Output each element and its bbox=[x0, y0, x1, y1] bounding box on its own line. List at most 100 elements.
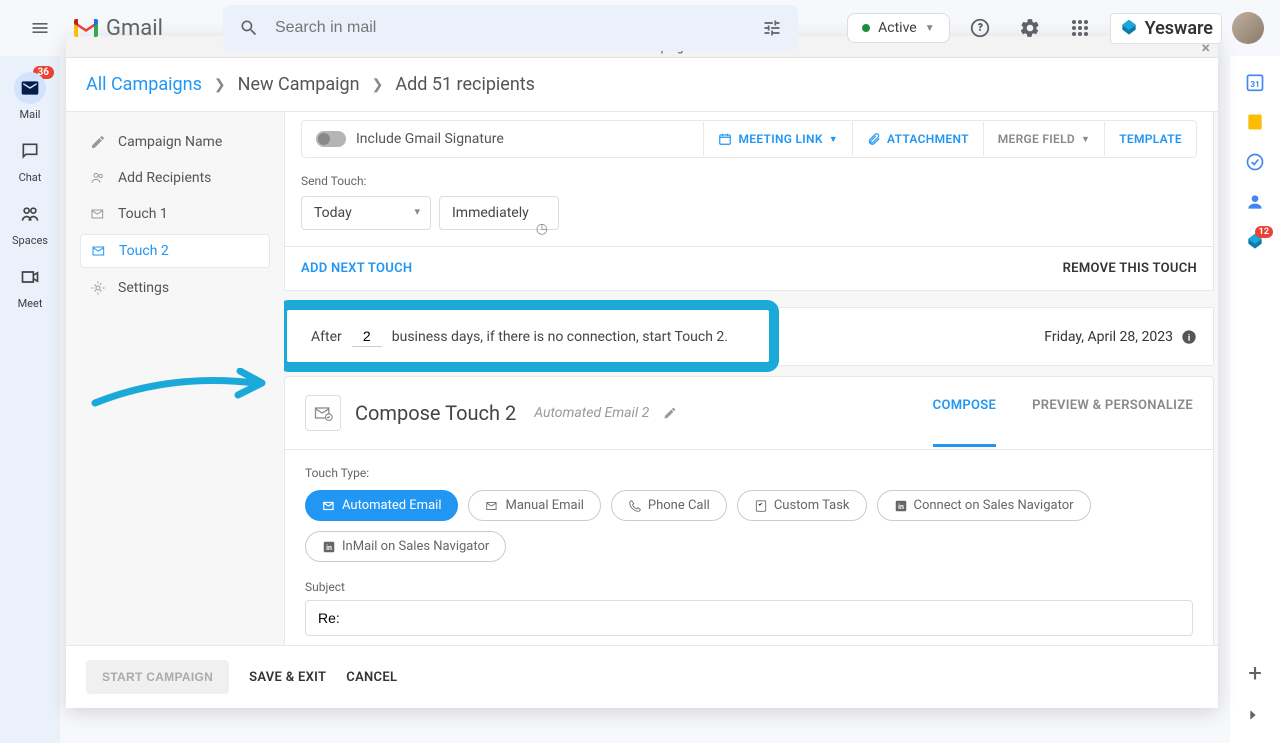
remove-touch-link[interactable]: REMOVE THIS TOUCH bbox=[1063, 261, 1197, 276]
pill-phone-call[interactable]: Phone Call bbox=[611, 490, 727, 521]
mail-icon bbox=[322, 499, 336, 513]
gear-icon bbox=[90, 280, 106, 296]
apps-icon[interactable] bbox=[1060, 8, 1100, 48]
pill-inmail-navigator[interactable]: in InMail on Sales Navigator bbox=[305, 531, 506, 562]
hamburger-icon[interactable] bbox=[16, 4, 64, 52]
delay-suffix-label: business days, if there is no connection… bbox=[392, 329, 728, 345]
rail-meet[interactable]: Meet bbox=[0, 261, 60, 310]
svg-text:in: in bbox=[898, 502, 904, 510]
sidebar-recipients-label: Add Recipients bbox=[118, 170, 211, 186]
cancel-link[interactable]: CANCEL bbox=[346, 670, 397, 685]
sidebar-item-touch1[interactable]: Touch 1 bbox=[80, 198, 270, 230]
delay-date-text: Friday, April 28, 2023 bbox=[1044, 329, 1173, 345]
chevron-down-icon: ▼ bbox=[1081, 134, 1090, 145]
add-next-touch-link[interactable]: ADD NEXT TOUCH bbox=[301, 261, 412, 276]
phone-icon bbox=[628, 499, 642, 513]
pencil-icon bbox=[90, 134, 106, 150]
tab-preview[interactable]: PREVIEW & PERSONALIZE bbox=[1032, 398, 1193, 429]
pill-manual-email[interactable]: Manual Email bbox=[468, 490, 600, 521]
rail-spaces-label: Spaces bbox=[12, 234, 48, 247]
gmail-logo[interactable]: Gmail bbox=[72, 16, 163, 41]
subject-input[interactable] bbox=[305, 600, 1193, 636]
sidebar-item-name[interactable]: Campaign Name bbox=[80, 126, 270, 158]
sidebar-item-settings[interactable]: Settings bbox=[80, 272, 270, 304]
pill-custom-task[interactable]: Custom Task bbox=[737, 490, 867, 521]
paperclip-icon bbox=[867, 132, 881, 146]
breadcrumb-new: New Campaign bbox=[238, 74, 360, 95]
keep-icon[interactable] bbox=[1245, 112, 1265, 132]
yesware-badge: 12 bbox=[1255, 226, 1273, 238]
avatar[interactable] bbox=[1232, 12, 1264, 44]
delay-row: After business days, if there is no conn… bbox=[284, 307, 1214, 366]
svg-text:in: in bbox=[326, 543, 332, 551]
delay-days-input[interactable] bbox=[352, 326, 382, 347]
send-touch-label: Send Touch: bbox=[301, 174, 1197, 188]
status-pill[interactable]: Active ▼ bbox=[847, 13, 949, 43]
chevron-right-icon: ❯ bbox=[372, 77, 384, 93]
attachment-button[interactable]: ATTACHMENT bbox=[852, 122, 983, 156]
gmail-header: Gmail Active ▼ Yesware bbox=[0, 0, 1280, 56]
svg-text:31: 31 bbox=[1250, 80, 1260, 90]
sidebar-name-label: Campaign Name bbox=[118, 134, 222, 150]
rail-chat[interactable]: Chat bbox=[0, 135, 60, 184]
spaces-icon bbox=[20, 204, 40, 224]
sidebar-touch2-label: Touch 2 bbox=[119, 243, 169, 259]
breadcrumb: All Campaigns ❯ New Campaign ❯ Add 51 re… bbox=[66, 58, 1218, 112]
campaigns-modal: Yesware Campaigns × All Campaigns ❯ New … bbox=[66, 36, 1218, 708]
compose-toolbar: Include Gmail Signature MEETING LINK ▼ A… bbox=[301, 120, 1197, 158]
touch-type-pills: Automated Email Manual Email Phone Call bbox=[305, 490, 1193, 562]
add-icon[interactable]: + bbox=[1248, 659, 1262, 687]
people-icon bbox=[90, 170, 106, 186]
touch2-title: Compose Touch 2 bbox=[355, 401, 516, 425]
linkedin-icon: in bbox=[322, 540, 336, 554]
rail-mail[interactable]: 36 Mail bbox=[0, 72, 60, 121]
rail-chat-label: Chat bbox=[19, 171, 42, 184]
send-when-select[interactable]: Today bbox=[301, 196, 431, 230]
settings-icon[interactable] bbox=[1010, 8, 1050, 48]
search-input[interactable] bbox=[275, 19, 762, 37]
breadcrumb-all[interactable]: All Campaigns bbox=[86, 74, 202, 95]
meeting-link-button[interactable]: MEETING LINK ▼ bbox=[703, 122, 852, 156]
gmail-side-panel: 31 12 + bbox=[1230, 56, 1280, 743]
contacts-icon[interactable] bbox=[1245, 192, 1265, 212]
mail-icon bbox=[20, 78, 40, 98]
pencil-icon[interactable] bbox=[663, 406, 677, 420]
pill-automated-email[interactable]: Automated Email bbox=[305, 490, 458, 521]
pill-connect-navigator[interactable]: in Connect on Sales Navigator bbox=[877, 490, 1091, 521]
task-icon bbox=[754, 499, 768, 513]
chevron-right-icon[interactable] bbox=[1245, 707, 1265, 727]
linkedin-icon: in bbox=[894, 499, 908, 513]
start-campaign-button[interactable]: START CAMPAIGN bbox=[86, 660, 229, 694]
signature-toggle[interactable] bbox=[316, 131, 346, 147]
signature-label: Include Gmail Signature bbox=[356, 131, 504, 147]
send-time-select[interactable]: Immediately bbox=[439, 196, 559, 230]
yesware-side-icon[interactable]: 12 bbox=[1245, 232, 1265, 252]
delay-after-label: After bbox=[311, 329, 342, 345]
sidebar: Campaign Name Add Recipients Touch 1 Tou… bbox=[66, 112, 284, 645]
template-button[interactable]: TEMPLATE bbox=[1104, 122, 1196, 156]
mail-send-icon bbox=[91, 243, 107, 259]
sidebar-touch1-label: Touch 1 bbox=[118, 206, 168, 222]
meet-icon bbox=[20, 267, 40, 287]
sidebar-item-recipients[interactable]: Add Recipients bbox=[80, 162, 270, 194]
breadcrumb-add: Add 51 recipients bbox=[395, 74, 535, 95]
yesware-brand[interactable]: Yesware bbox=[1110, 13, 1222, 44]
tasks-icon[interactable] bbox=[1245, 152, 1265, 172]
calendar-icon[interactable]: 31 bbox=[1245, 72, 1265, 92]
yesware-text: Yesware bbox=[1145, 18, 1213, 39]
sidebar-settings-label: Settings bbox=[118, 280, 169, 296]
tune-icon[interactable] bbox=[762, 18, 782, 38]
sidebar-item-touch2[interactable]: Touch 2 bbox=[80, 234, 270, 268]
header-right: Active ▼ Yesware bbox=[847, 8, 1264, 48]
rail-spaces[interactable]: Spaces bbox=[0, 198, 60, 247]
touch2-subtitle: Automated Email 2 bbox=[534, 405, 649, 421]
help-icon[interactable] bbox=[960, 8, 1000, 48]
search-bar[interactable] bbox=[223, 5, 798, 51]
touch2-panel: Compose Touch 2 Automated Email 2 COMPOS… bbox=[284, 376, 1214, 645]
chevron-right-icon: ❯ bbox=[214, 77, 226, 93]
save-exit-link[interactable]: SAVE & EXIT bbox=[249, 670, 326, 685]
status-text: Active bbox=[878, 20, 917, 36]
tab-compose[interactable]: COMPOSE bbox=[933, 398, 997, 447]
info-icon[interactable]: i bbox=[1181, 329, 1197, 345]
merge-field-button[interactable]: MERGE FIELD ▼ bbox=[983, 122, 1104, 156]
